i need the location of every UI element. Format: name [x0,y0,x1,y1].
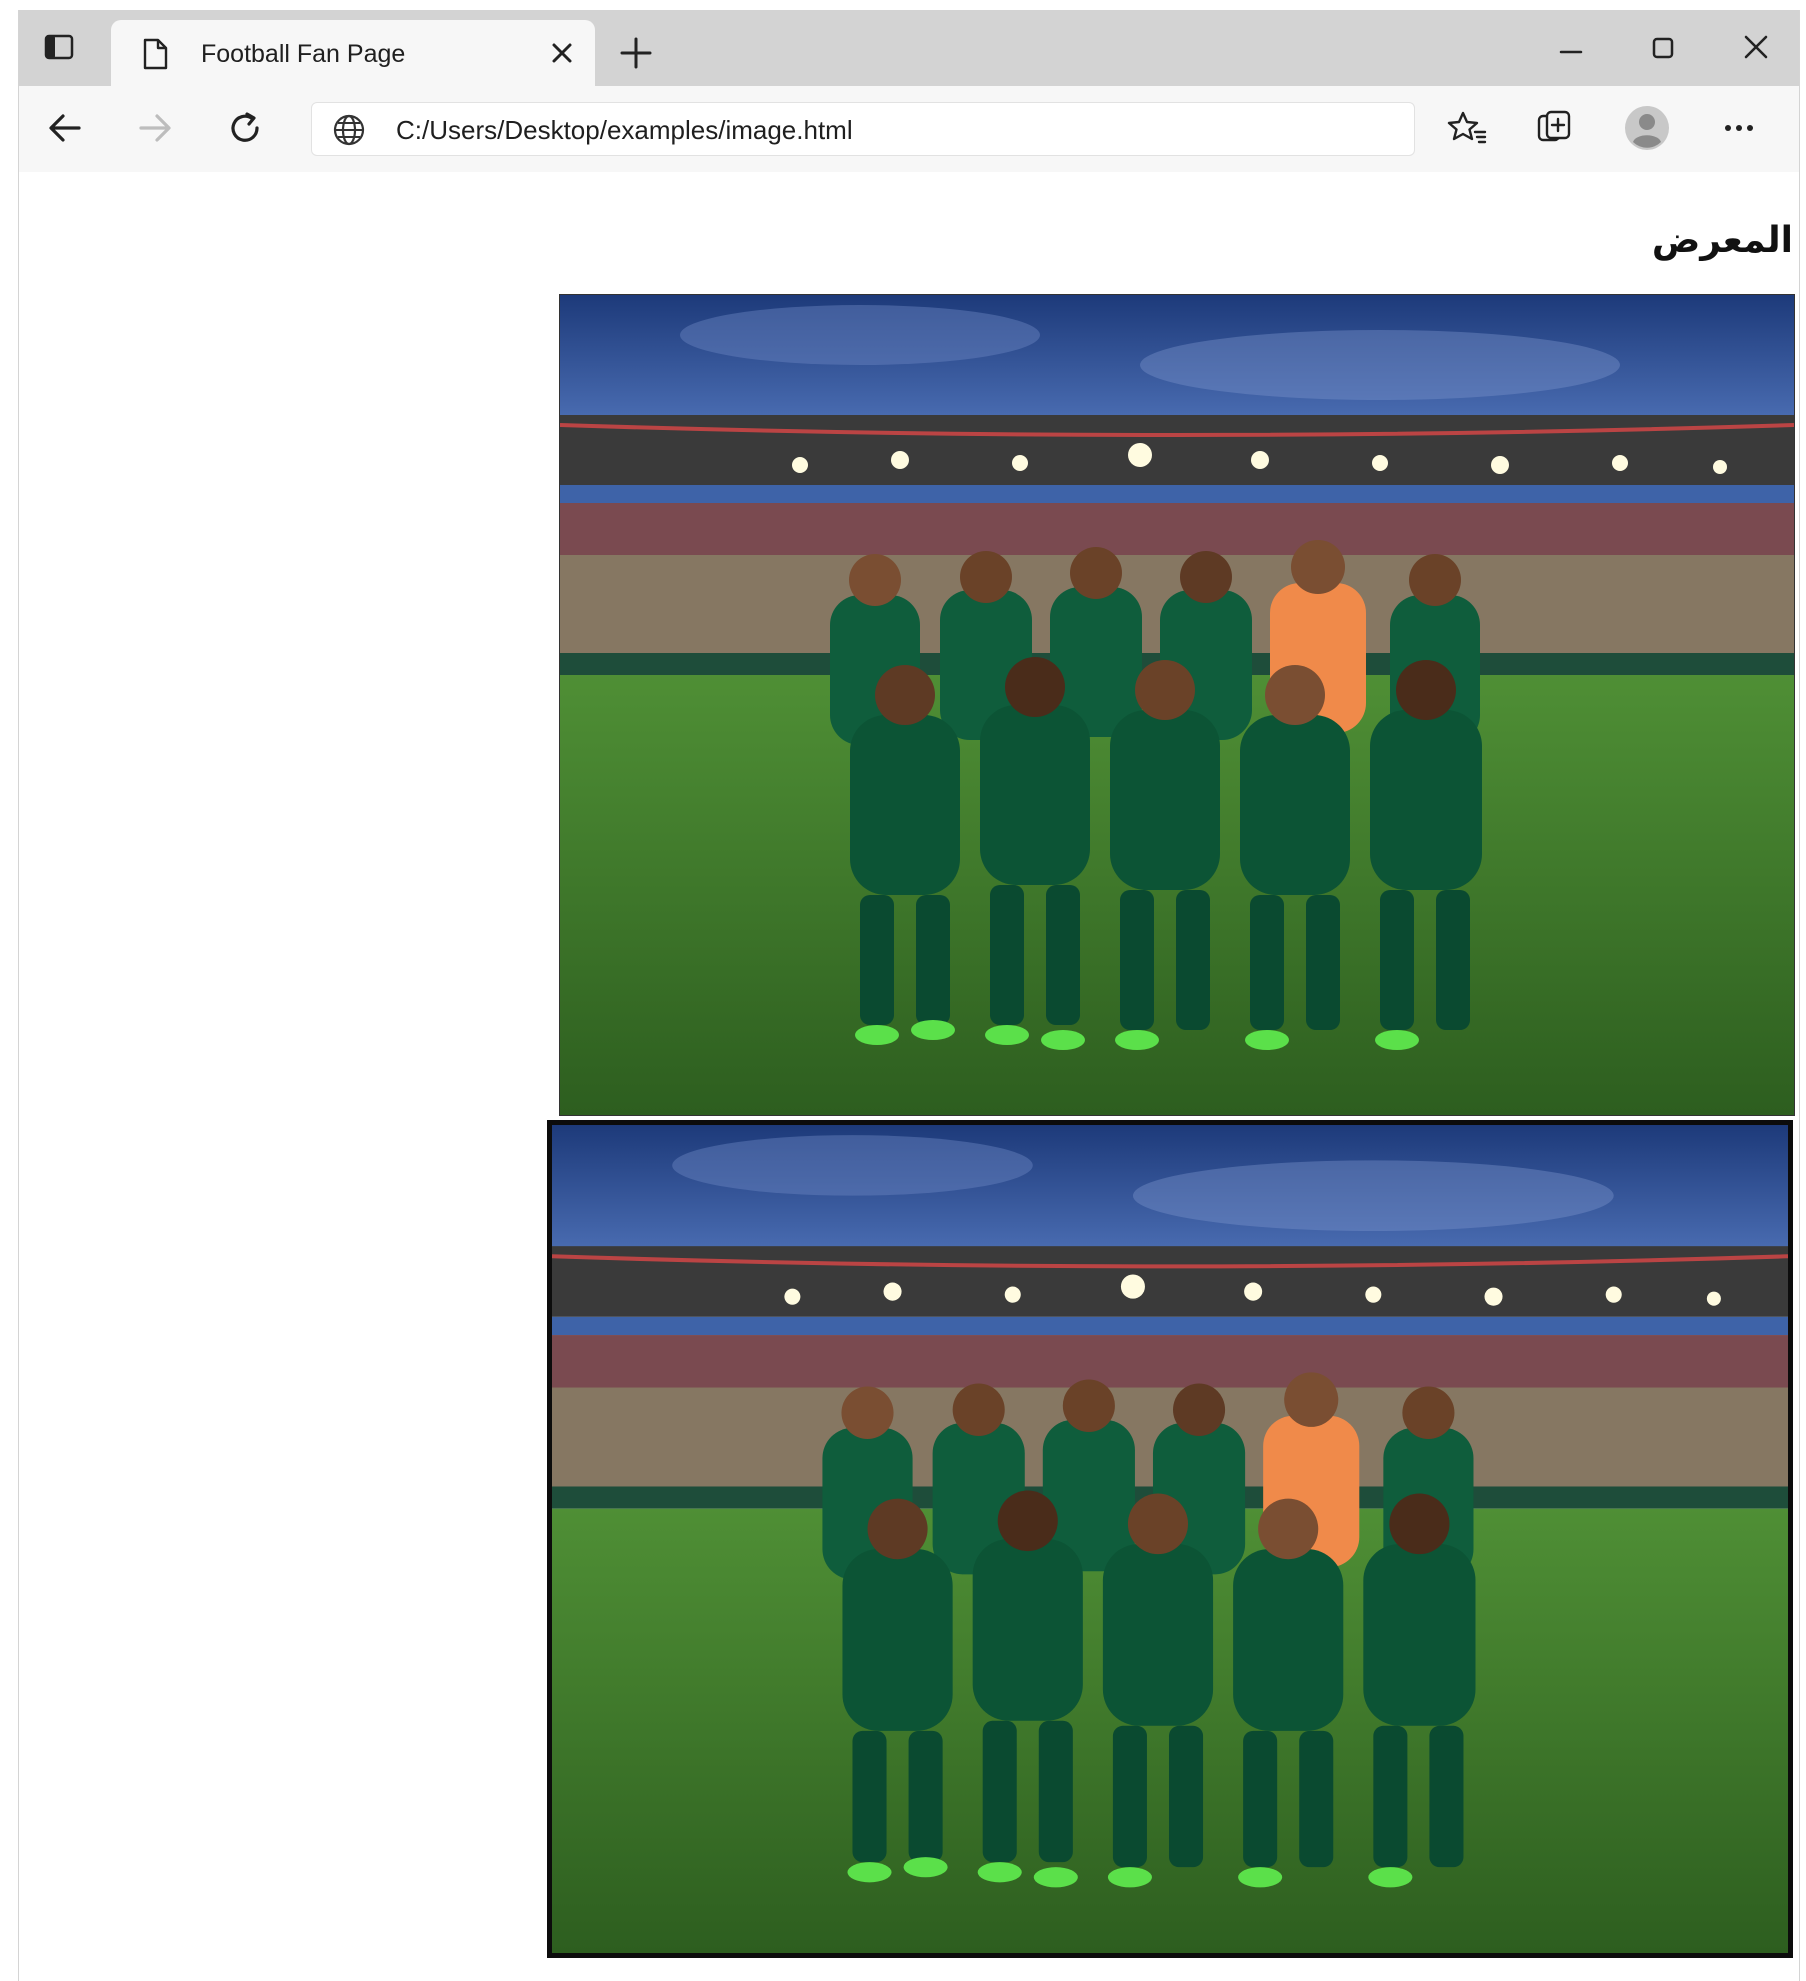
profile-avatar-icon[interactable] [1623,104,1671,152]
browser-toolbar: C:/Users/Desktop/examples/image.html [19,86,1799,173]
forward-arrow-icon[interactable] [133,106,177,150]
close-window-icon[interactable] [1741,32,1771,62]
back-arrow-icon[interactable] [43,106,87,150]
page-heading: المعرض [1651,220,1793,261]
minimize-icon[interactable] [1555,36,1587,68]
page-icon [141,38,169,70]
tab-football-fan-page[interactable]: Football Fan Page [111,20,595,86]
refresh-icon[interactable] [223,106,267,150]
address-bar[interactable]: C:/Users/Desktop/examples/image.html [311,102,1415,156]
collections-icon[interactable] [1533,106,1577,150]
team-photo-1 [559,294,1795,1116]
close-icon[interactable] [549,40,575,66]
tab-actions-icon[interactable] [41,32,77,62]
more-dots-icon[interactable] [1717,106,1761,150]
url-text: C:/Users/Desktop/examples/image.html [396,115,853,145]
team-photo-2 [547,1120,1793,1958]
globe-icon[interactable] [332,113,366,147]
tab-strip: Football Fan Page [19,10,1799,86]
tab-title: Football Fan Page [201,40,406,68]
browser-window: Football Fan Page C:/Users/Desktop/examp… [18,10,1800,1981]
page-content: المعرض [19,172,1799,1981]
maximize-icon[interactable] [1647,32,1679,64]
favorites-star-icon[interactable] [1445,106,1489,150]
plus-icon[interactable] [619,36,653,70]
